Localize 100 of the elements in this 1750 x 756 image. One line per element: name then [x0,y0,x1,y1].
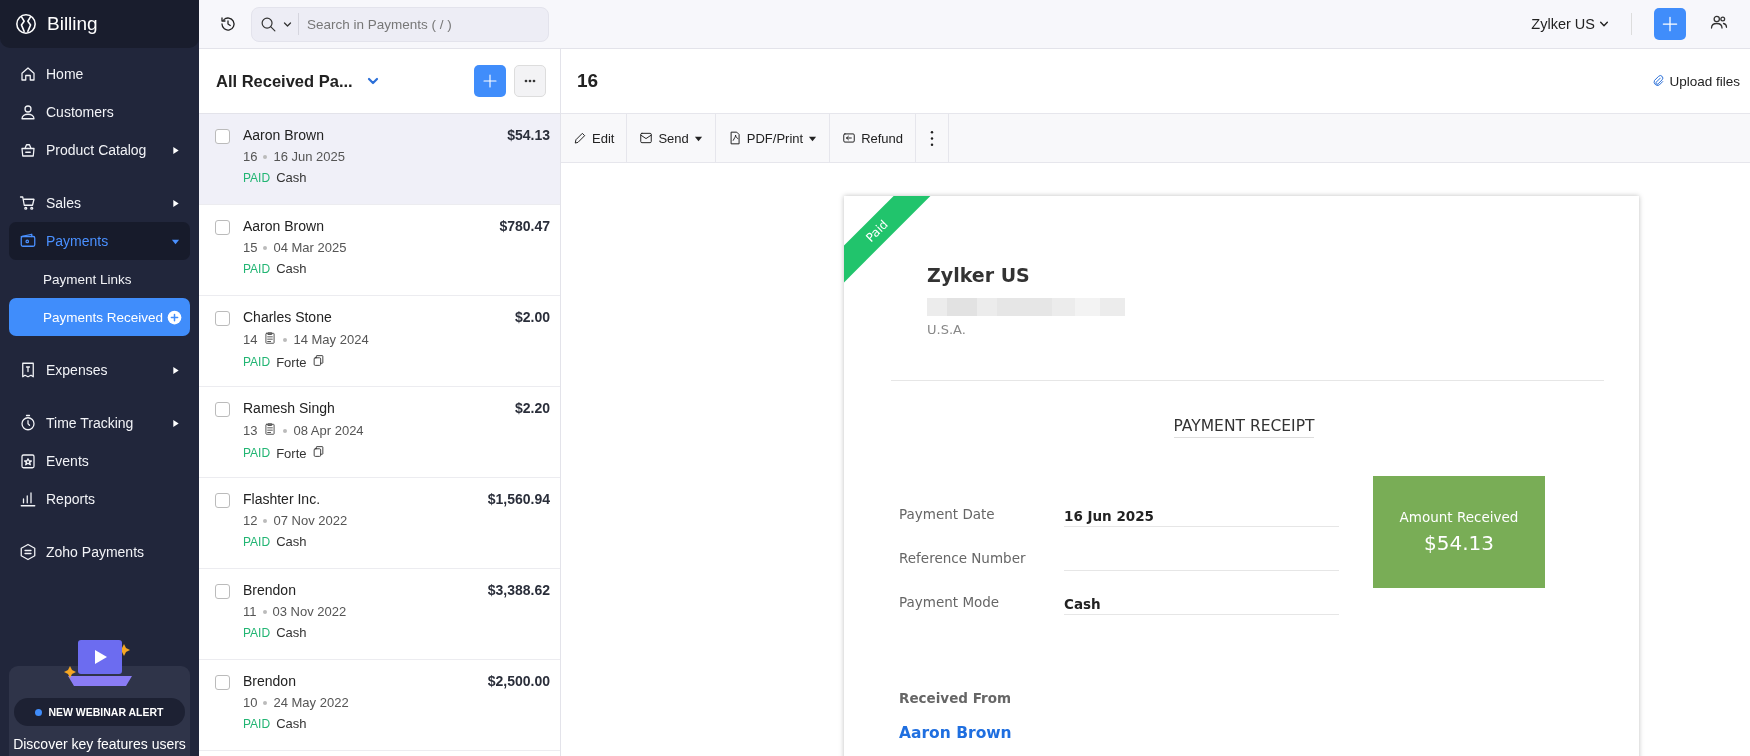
chevron-down-icon [1599,19,1609,29]
promo-text: Discover key features users [13,736,186,752]
payment-title: 16 [577,70,600,92]
payment-date: 04 Mar 2025 [273,240,347,255]
expand-arrow-icon [172,418,180,428]
payment-number: 15 [243,240,258,255]
payment-row[interactable]: Aaron Brown $54.13 16 16 Jun 2025 PAID Cash [199,114,560,205]
status-label: PAID [243,625,271,640]
plus-icon [1660,14,1680,34]
history-icon [219,15,237,33]
payment-amount: $2.20 [514,400,550,416]
amount-label: Amount Received [1399,509,1519,525]
toolbar-button[interactable]: Send [627,114,716,162]
sidebar-item[interactable]: Expenses [9,351,190,389]
sidebar-item[interactable]: Time Tracking [9,404,190,442]
cart-icon [19,194,37,212]
sidebar-item[interactable]: Events [9,442,190,480]
payment-row[interactable]: Brendon $2,500.00 10 24 May 2022 PAID Cash [199,660,560,751]
payment-mode: Cash [276,534,307,549]
payment-row[interactable]: Brendon $3,388.62 11 03 Nov 2022 PAID Cash [199,569,560,660]
payment-amount: $1,560.94 [487,491,550,507]
copy-icon [312,445,326,458]
status-label: PAID [243,170,271,185]
app-name: Billing [47,13,98,35]
company-country: U.S.A. [927,322,967,337]
payment-amount: $780.47 [499,218,550,234]
clipboard-icon [263,422,278,436]
payment-amount: $3,388.62 [487,582,550,598]
wallet-icon [19,232,37,250]
payment-number: 16 [243,149,258,164]
sidebar-subitem[interactable]: Payment Links [9,260,190,298]
customer-name: Ramesh Singh [243,400,335,416]
row-checkbox[interactable] [215,493,230,508]
globe-logo-icon [15,13,37,35]
more-button[interactable] [514,65,546,97]
copy-icon [312,354,326,367]
payment-date: 16 Jun 2025 [273,149,346,164]
row-checkbox[interactable] [215,675,230,690]
expand-arrow-icon [172,198,180,208]
field-label: Payment Mode [899,593,1001,610]
paperclip-icon [1651,74,1666,88]
add-button[interactable] [1654,8,1686,40]
field-label: Reference Number [899,549,1027,566]
kebab-icon [930,130,935,146]
row-checkbox[interactable] [215,402,230,417]
payment-mode: Cash [276,625,307,640]
users-icon [1710,13,1728,31]
home-icon [19,65,37,83]
payment-row[interactable]: Aaron Brown $780.47 15 04 Mar 2025 PAID Cash [199,205,560,296]
receipt-heading: PAYMENT RECEIPT [1173,417,1315,438]
payment-number: 11 [243,604,257,619]
person-icon [19,103,37,121]
webinar-badge[interactable]: NEW WEBINAR ALERT [14,698,185,726]
payment-number: 12 [243,513,258,528]
payment-amount: $2.00 [514,309,550,325]
payment-mode: Forte [276,445,307,461]
field-value: Cash [1064,584,1339,615]
status-label: PAID [243,261,271,276]
sidebar-item[interactable]: Home [9,55,190,93]
toolbar-button[interactable]: PDF/Print [715,114,831,162]
received-from-label: Received From [899,690,1012,706]
view-selector[interactable]: All Received Pa... [216,71,379,91]
payment-row[interactable]: Flashter Inc. $1,560.94 12 07 Nov 2022 PAID Cash [199,478,560,569]
row-checkbox[interactable] [215,129,230,144]
status-label: PAID [243,534,271,549]
customer-name: Brendon [243,673,296,689]
sidebar-item[interactable]: Zoho Payments [9,533,190,571]
status-label: PAID [243,355,271,369]
customer-name: Charles Stone [243,309,332,325]
payment-number: 10 [243,695,258,710]
payment-row[interactable]: Charles Stone $2.00 14 14 May 2024 PAID Forte [199,296,560,387]
sidebar-item[interactable]: Product Catalog [9,131,190,169]
payment-amount: $54.13 [507,127,550,143]
receipt-icon [19,361,37,379]
sidebar-item[interactable]: Reports [9,480,190,518]
sidebar-item[interactable]: Customers [9,93,190,131]
refund-icon [842,131,857,145]
search-field[interactable]: Search in Payments ( / ) [305,15,540,33]
payment-date: 07 Nov 2022 [273,513,348,528]
row-checkbox[interactable] [215,220,230,235]
payment-row[interactable]: Ramesh Singh $2.20 13 08 Apr 2024 PAID Forte [199,387,560,478]
search-bar[interactable]: Search in Payments ( / ) [251,6,549,42]
expand-arrow-icon [172,145,180,155]
upload-files-link[interactable]: Upload files [1651,73,1750,89]
payment-date: 03 Nov 2022 [272,604,347,619]
row-checkbox[interactable] [215,584,230,599]
row-checkbox[interactable] [215,311,230,326]
new-payment-button[interactable] [474,65,506,97]
payment-date: 14 May 2024 [293,332,369,347]
field-label: Payment Date [899,505,996,522]
sidebar-item[interactable]: Sales [9,184,190,222]
plus-icon [481,72,499,90]
toolbar-button[interactable]: Refund [830,114,917,162]
envelope-icon [639,131,654,145]
organization-switcher[interactable]: Zylker US [1531,16,1609,32]
field-value: 16 Jun 2025 [1064,496,1339,527]
payment-mode: Forte [276,354,307,370]
toolbar-button[interactable]: Edit [561,114,628,162]
sidebar-item[interactable]: Payments [9,222,190,260]
customer-link[interactable]: Aaron Brown [899,724,1012,742]
